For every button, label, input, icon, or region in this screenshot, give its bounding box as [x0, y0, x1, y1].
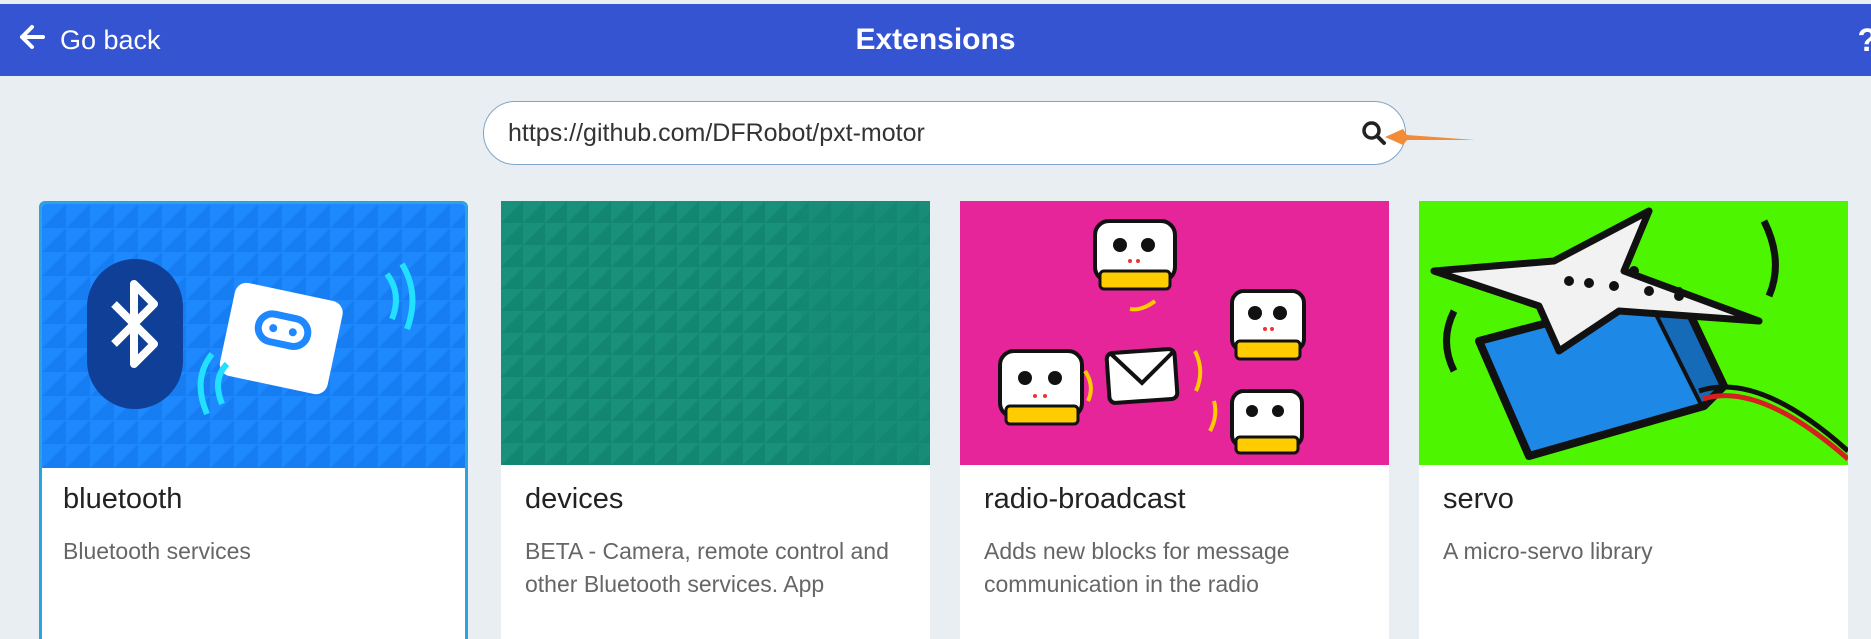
search-input[interactable]: [508, 102, 1338, 164]
annotation-arrow: [1385, 129, 1475, 145]
search-box: [483, 101, 1406, 165]
card-title: radio-broadcast: [984, 483, 1186, 515]
extension-card-radio-broadcast[interactable]: radio-broadcast Adds new blocks for mess…: [960, 201, 1389, 639]
devices-card-image: [501, 201, 930, 465]
extension-card-devices[interactable]: devices BETA - Camera, remote control an…: [501, 201, 930, 639]
bluetooth-card-image: [42, 204, 465, 468]
radio-broadcast-card-image: [960, 201, 1389, 465]
header-bar: Go back Extensions ?: [0, 4, 1871, 76]
arrow-left-icon: [18, 23, 46, 58]
extension-card-bluetooth[interactable]: bluetooth Bluetooth services: [39, 201, 468, 639]
go-back-label: Go back: [60, 24, 161, 55]
card-title: servo: [1443, 483, 1514, 515]
card-description: A micro-servo library: [1443, 538, 1653, 564]
page-title: Extensions: [855, 23, 1016, 56]
go-back-button[interactable]: Go back: [18, 4, 161, 76]
card-description: BETA - Camera, remote control and other …: [525, 538, 889, 597]
search-icon: [1362, 121, 1386, 145]
card-description: Bluetooth services: [63, 538, 251, 564]
help-icon[interactable]: ?: [1857, 22, 1871, 59]
extension-card-servo[interactable]: servo A micro-servo library: [1419, 201, 1848, 639]
servo-card-image: [1419, 201, 1848, 465]
card-title: bluetooth: [63, 483, 183, 515]
card-title: devices: [525, 483, 624, 515]
card-description: Adds new blocks for message communicatio…: [984, 538, 1290, 597]
